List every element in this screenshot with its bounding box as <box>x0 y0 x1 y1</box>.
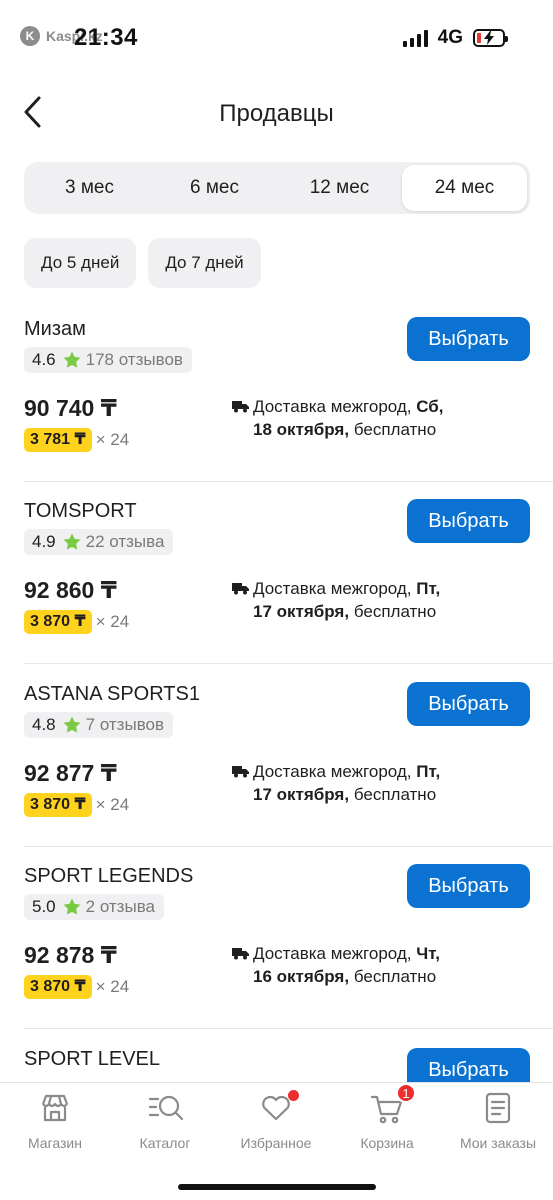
cart-badge: 1 <box>396 1083 416 1103</box>
installment-period-selector: 3 мес 6 мес 12 мес 24 мес <box>24 162 530 214</box>
divider <box>24 663 553 664</box>
seller-card: SPORT LEVEL Выбрать <box>0 1030 553 1082</box>
seller-name[interactable]: SPORT LEVEL <box>24 1048 160 1071</box>
reviews-count: 178 отзывов <box>85 350 183 369</box>
choose-seller-button[interactable]: Выбрать <box>407 317 530 361</box>
status-bar: K Kaspi.kz 21:34 4G <box>0 0 553 70</box>
bottom-tab-bar: Магазин Каталог Избранное 1 Корзина Мои … <box>0 1082 553 1200</box>
delivery-text: Доставка межгород, Сб, 18 октября, беспл… <box>253 397 444 439</box>
installment-term: × 24 <box>95 977 130 996</box>
seller-card: Мизам 4.6 178 отзывов Выбрать 90 740 ₸ 3… <box>0 300 553 482</box>
choose-seller-button[interactable]: Выбрать <box>407 1048 530 1082</box>
star-icon <box>63 716 81 733</box>
seller-price: 92 860 ₸ <box>24 577 117 603</box>
installment-info: 3 870 ₸ × 24 <box>24 793 129 817</box>
seller-price: 92 878 ₸ <box>24 942 117 968</box>
sellers-list: Мизам 4.6 178 отзывов Выбрать 90 740 ₸ 3… <box>0 300 553 1082</box>
status-time: 21:34 <box>74 24 138 51</box>
tab-orders[interactable]: Мои заказы <box>443 1091 553 1151</box>
installment-info: 3 870 ₸ × 24 <box>24 610 129 634</box>
star-icon <box>63 898 81 915</box>
installment-term: × 24 <box>95 430 130 449</box>
tab-label: Каталог <box>139 1135 191 1151</box>
delivery-info: Доставка межгород, Пт, 17 октября, беспл… <box>232 577 532 623</box>
network-type: 4G <box>437 27 463 48</box>
home-indicator <box>178 1184 376 1190</box>
delivery-text: Доставка межгород, Пт, 17 октября, беспл… <box>253 579 441 621</box>
installment-info: 3 870 ₸ × 24 <box>24 975 129 999</box>
rating-value: 5.0 <box>32 897 56 916</box>
period-24-months[interactable]: 24 мес <box>402 165 527 211</box>
delivery-text: Доставка межгород, Пт, 17 октября, беспл… <box>253 762 441 804</box>
orders-icon <box>481 1091 515 1125</box>
delivery-info: Доставка межгород, Чт, 16 октября, беспл… <box>232 942 532 988</box>
rating-value: 4.8 <box>32 715 56 734</box>
truck-icon <box>232 583 249 595</box>
rating-value: 4.6 <box>32 350 56 369</box>
seller-price: 90 740 ₸ <box>24 395 117 421</box>
installment-amount: 3 870 ₸ <box>24 610 92 634</box>
tab-label: Магазин <box>27 1135 82 1151</box>
filter-up-to-7-days[interactable]: До 7 дней <box>148 238 261 288</box>
heart-icon <box>259 1090 299 1125</box>
tab-label: Мои заказы <box>459 1135 537 1151</box>
installment-amount: 3 870 ₸ <box>24 975 92 999</box>
reviews-count: 7 отзывов <box>85 715 165 734</box>
seller-rating[interactable]: 4.6 178 отзывов <box>24 347 192 373</box>
battery-icon <box>473 29 508 47</box>
seller-rating[interactable]: 4.9 22 отзыва <box>24 529 174 555</box>
seller-name[interactable]: SPORT LEGENDS <box>24 865 193 888</box>
installment-amount: 3 870 ₸ <box>24 793 92 817</box>
reviews-count: 22 отзыва <box>85 532 165 551</box>
tab-shop[interactable]: Магазин <box>0 1091 110 1151</box>
seller-rating[interactable]: 4.8 7 отзывов <box>24 712 174 738</box>
installment-term: × 24 <box>95 612 130 631</box>
tab-catalog[interactable]: Каталог <box>110 1091 220 1151</box>
favorites-notification-dot <box>288 1090 299 1101</box>
seller-name[interactable]: ASTANA SPORTS1 <box>24 683 200 706</box>
signal-icon <box>402 29 428 47</box>
delivery-filters: До 5 дней До 7 дней <box>24 238 261 288</box>
tab-cart[interactable]: 1 Корзина <box>332 1083 442 1151</box>
seller-price: 92 877 ₸ <box>24 760 117 786</box>
reviews-count: 2 отзыва <box>85 897 155 916</box>
seller-name[interactable]: TOMSPORT <box>24 500 137 523</box>
rating-value: 4.9 <box>32 532 56 551</box>
truck-icon <box>232 766 249 778</box>
choose-seller-button[interactable]: Выбрать <box>407 864 530 908</box>
status-indicators: 4G <box>402 27 508 49</box>
installment-amount: 3 781 ₸ <box>24 428 92 452</box>
period-3-months[interactable]: 3 мес <box>27 165 152 211</box>
seller-card: TOMSPORT 4.9 22 отзыва Выбрать 92 860 ₸ … <box>0 482 553 664</box>
choose-seller-button[interactable]: Выбрать <box>407 499 530 543</box>
delivery-info: Доставка межгород, Сб, 18 октября, беспл… <box>232 395 532 441</box>
truck-icon <box>232 401 249 413</box>
seller-rating[interactable]: 5.0 2 отзыва <box>24 894 164 920</box>
cart-icon: 1 <box>370 1083 416 1125</box>
tab-label: Корзина <box>360 1135 414 1151</box>
header: Продавцы <box>0 84 553 144</box>
shop-icon <box>38 1091 72 1125</box>
delivery-text: Доставка межгород, Чт, 16 октября, беспл… <box>253 944 440 986</box>
installment-term: × 24 <box>95 795 130 814</box>
seller-card: SPORT LEGENDS 5.0 2 отзыва Выбрать 92 87… <box>0 847 553 1029</box>
page-title: Продавцы <box>219 100 334 127</box>
truck-icon <box>232 948 249 960</box>
seller-card: ASTANA SPORTS1 4.8 7 отзывов Выбрать 92 … <box>0 665 553 847</box>
star-icon <box>63 533 81 550</box>
delivery-info: Доставка межгород, Пт, 17 октября, беспл… <box>232 760 532 806</box>
app-logo: K <box>20 26 40 46</box>
star-icon <box>63 351 81 368</box>
tab-label: Избранное <box>240 1135 312 1151</box>
period-12-months[interactable]: 12 мес <box>277 165 402 211</box>
choose-seller-button[interactable]: Выбрать <box>407 682 530 726</box>
catalog-search-icon <box>148 1091 184 1125</box>
seller-name[interactable]: Мизам <box>24 318 86 341</box>
tab-favorites[interactable]: Избранное <box>221 1090 331 1151</box>
installment-info: 3 781 ₸ × 24 <box>24 428 129 452</box>
divider <box>24 1028 553 1029</box>
period-6-months[interactable]: 6 мес <box>152 165 277 211</box>
filter-up-to-5-days[interactable]: До 5 дней <box>24 238 137 288</box>
